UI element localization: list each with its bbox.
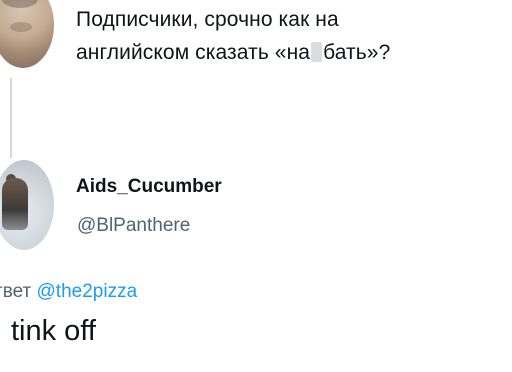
reply-avatar[interactable] <box>0 160 54 250</box>
replying-to-line: твет @the2pizza <box>0 281 137 303</box>
reply-text: tink off <box>11 315 96 347</box>
mention-link[interactable]: @the2pizza <box>37 281 138 302</box>
replying-prefix: твет <box>0 281 32 302</box>
censor-mark <box>311 42 323 62</box>
avatar[interactable] <box>0 0 54 68</box>
tweet-text-line-2-end: бать»? <box>323 41 391 64</box>
display-name[interactable]: Aids_Cucumber <box>76 176 222 198</box>
tweet-text: Подписчики, срочно как на английском ска… <box>76 3 506 69</box>
user-handle[interactable]: @BlPanthere <box>77 215 190 237</box>
tweet-text-line-1: Подписчики, срочно как на <box>76 8 339 31</box>
thread-connector-line <box>10 78 12 158</box>
tweet-text-line-2-start: английском сказать «на <box>76 41 311 64</box>
